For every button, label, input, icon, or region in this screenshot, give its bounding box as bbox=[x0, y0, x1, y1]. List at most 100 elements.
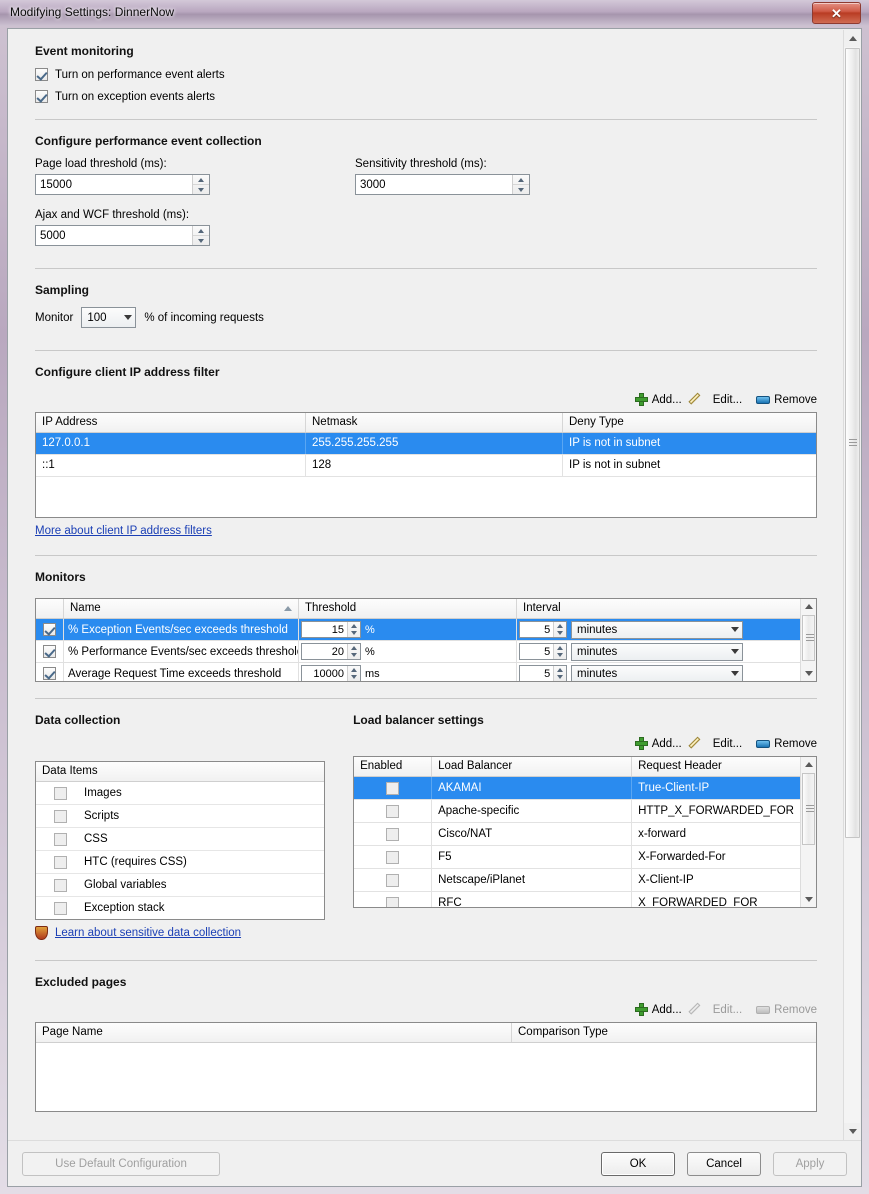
table-row[interactable]: RFC X_FORWARDED_FOR bbox=[354, 892, 800, 907]
data-item-checkbox[interactable] bbox=[53, 809, 67, 823]
column-header-name[interactable]: Name bbox=[64, 599, 299, 618]
lb-enabled-checkbox[interactable] bbox=[386, 850, 400, 864]
lb-enabled-cell[interactable] bbox=[354, 800, 433, 822]
list-item[interactable]: CSS bbox=[36, 828, 325, 851]
lb-enabled-cell[interactable] bbox=[354, 823, 433, 845]
monitor-threshold-field[interactable] bbox=[301, 643, 361, 660]
data-item-checkbox[interactable] bbox=[53, 901, 67, 915]
data-item-checkbox[interactable] bbox=[53, 878, 67, 892]
monitor-interval-cell[interactable]: minutes bbox=[517, 663, 800, 681]
sensitivity-threshold-field[interactable] bbox=[355, 174, 530, 195]
lb-enabled-checkbox[interactable] bbox=[386, 781, 400, 795]
sampling-percent-select[interactable]: 100 bbox=[81, 307, 137, 328]
scroll-up-icon[interactable] bbox=[844, 30, 861, 47]
sensitive-data-collection-link[interactable]: Learn about sensitive data collection bbox=[55, 927, 241, 939]
list-item[interactable]: Scripts bbox=[36, 805, 325, 828]
column-header-ip-address[interactable]: IP Address bbox=[36, 413, 306, 432]
table-row[interactable]: ::1 128 IP is not in subnet bbox=[36, 455, 816, 477]
monitor-enabled-cell[interactable] bbox=[36, 641, 64, 662]
monitor-interval-field[interactable] bbox=[519, 621, 567, 638]
table-row[interactable]: Apache-specific HTTP_X_FORWARDED_FOR bbox=[354, 800, 800, 823]
column-header-data-items[interactable]: Data Items bbox=[36, 762, 324, 781]
table-row[interactable]: Cisco/NAT x-forward bbox=[354, 823, 800, 846]
spinner-down-icon[interactable] bbox=[193, 185, 209, 194]
lb-remove-button[interactable]: Remove bbox=[756, 738, 817, 750]
monitor-interval-unit-select[interactable]: minutes bbox=[571, 620, 743, 639]
lb-enabled-checkbox[interactable] bbox=[386, 896, 400, 907]
ok-button[interactable]: OK bbox=[601, 1152, 675, 1176]
monitor-enabled-cell[interactable] bbox=[36, 663, 64, 681]
monitor-interval-input[interactable] bbox=[520, 644, 554, 659]
spinner-down-icon[interactable] bbox=[513, 185, 529, 194]
monitor-enabled-cell[interactable] bbox=[36, 619, 64, 640]
checkbox-row-performance-alerts[interactable]: Turn on performance event alerts bbox=[35, 68, 817, 81]
column-header-page-name[interactable]: Page Name bbox=[36, 1023, 512, 1042]
data-item-checkbox[interactable] bbox=[53, 786, 67, 800]
table-row[interactable]: 127.0.0.1 255.255.255.255 IP is not in s… bbox=[36, 433, 816, 455]
scroll-up-icon[interactable] bbox=[801, 599, 816, 614]
ajax-threshold-field[interactable] bbox=[35, 225, 210, 246]
monitor-threshold-spinner[interactable] bbox=[346, 622, 360, 637]
page-load-threshold-field[interactable] bbox=[35, 174, 210, 195]
monitor-interval-field[interactable] bbox=[519, 643, 567, 660]
table-row[interactable]: % Performance Events/sec exceeds thresho… bbox=[36, 641, 800, 663]
sensitivity-threshold-spinner[interactable] bbox=[512, 175, 529, 194]
column-header-enabled[interactable]: Enabled bbox=[354, 757, 433, 776]
more-about-ip-filters-link[interactable]: More about client IP address filters bbox=[35, 525, 212, 537]
close-button[interactable]: ✕ bbox=[812, 2, 861, 24]
ip-filter-add-button[interactable]: Add... bbox=[634, 393, 682, 406]
monitor-threshold-field[interactable] bbox=[301, 665, 361, 681]
scroll-down-icon[interactable] bbox=[801, 892, 816, 907]
lb-enabled-cell[interactable] bbox=[354, 846, 433, 868]
monitor-threshold-cell[interactable]: % bbox=[299, 619, 517, 640]
monitor-interval-unit-select[interactable]: minutes bbox=[571, 642, 743, 661]
sensitivity-threshold-input[interactable] bbox=[356, 175, 512, 194]
column-header-interval[interactable]: Interval bbox=[517, 599, 800, 618]
monitor-threshold-input[interactable] bbox=[302, 622, 347, 637]
scroll-thumb[interactable] bbox=[802, 773, 815, 845]
data-item-checkbox[interactable] bbox=[53, 855, 67, 869]
monitor-threshold-input[interactable] bbox=[302, 644, 347, 659]
column-header-deny-type[interactable]: Deny Type bbox=[563, 413, 816, 432]
cancel-button[interactable]: Cancel bbox=[687, 1152, 761, 1176]
table-row[interactable]: Average Request Time exceeds threshold m… bbox=[36, 663, 800, 681]
column-header-comparison-type[interactable]: Comparison Type bbox=[512, 1023, 816, 1042]
lb-enabled-checkbox[interactable] bbox=[386, 827, 400, 841]
ip-filter-edit-button[interactable]: Edit... bbox=[696, 393, 742, 406]
monitor-threshold-cell[interactable]: ms bbox=[299, 663, 517, 681]
checkbox-row-exception-alerts[interactable]: Turn on exception events alerts bbox=[35, 90, 817, 103]
list-item[interactable]: Images bbox=[36, 782, 325, 805]
scroll-down-icon[interactable] bbox=[844, 1123, 861, 1140]
monitor-interval-input[interactable] bbox=[520, 622, 554, 637]
monitor-threshold-cell[interactable]: % bbox=[299, 641, 517, 662]
table-row[interactable]: % Exception Events/sec exceeds threshold… bbox=[36, 619, 800, 641]
scroll-up-icon[interactable] bbox=[801, 757, 816, 772]
monitor-enabled-checkbox[interactable] bbox=[43, 623, 56, 636]
monitor-threshold-field[interactable] bbox=[301, 621, 361, 638]
lb-add-button[interactable]: Add... bbox=[634, 737, 682, 750]
table-row[interactable]: F5 X-Forwarded-For bbox=[354, 846, 800, 869]
list-item[interactable]: HTC (requires CSS) bbox=[36, 851, 325, 874]
resize-grip-icon[interactable] bbox=[849, 1174, 859, 1184]
monitor-interval-unit-select[interactable]: minutes bbox=[571, 664, 743, 681]
monitors-grid-scrollbar[interactable] bbox=[800, 599, 816, 681]
page-load-threshold-spinner[interactable] bbox=[192, 175, 209, 194]
lb-enabled-checkbox[interactable] bbox=[386, 873, 400, 887]
load-balancer-scrollbar[interactable] bbox=[800, 757, 816, 907]
excluded-add-button[interactable]: Add... bbox=[634, 1003, 682, 1016]
lb-enabled-cell[interactable] bbox=[354, 777, 433, 799]
list-item[interactable]: Exception stack bbox=[36, 897, 324, 919]
ajax-threshold-spinner[interactable] bbox=[192, 226, 209, 245]
data-item-checkbox[interactable] bbox=[53, 832, 67, 846]
scroll-down-icon[interactable] bbox=[801, 666, 816, 681]
monitor-interval-spinner[interactable] bbox=[553, 644, 566, 659]
ip-filter-remove-button[interactable]: Remove bbox=[756, 394, 817, 406]
exception-alerts-checkbox[interactable] bbox=[35, 90, 48, 103]
monitor-threshold-input[interactable] bbox=[302, 666, 347, 681]
monitor-threshold-spinner[interactable] bbox=[346, 666, 360, 681]
monitor-interval-spinner[interactable] bbox=[553, 666, 566, 681]
main-scrollbar[interactable] bbox=[843, 30, 861, 1140]
monitor-interval-field[interactable] bbox=[519, 665, 567, 681]
monitor-enabled-checkbox[interactable] bbox=[43, 645, 56, 658]
lb-enabled-checkbox[interactable] bbox=[386, 804, 400, 818]
